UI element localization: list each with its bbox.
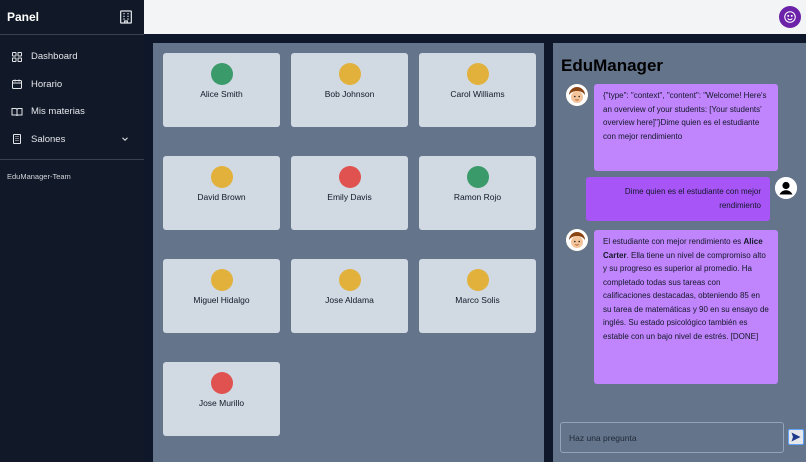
student-card[interactable]: Bob Johnson [291,53,408,127]
student-card[interactable]: Ramon Rojo [419,156,536,230]
status-dot [466,63,489,85]
top-bar [144,0,806,34]
grid-icon [12,51,22,62]
book-icon [11,107,23,116]
sidebar-header: Panel [0,0,144,34]
status-dot [338,63,361,85]
student-card[interactable]: Marco Solis [419,259,536,333]
status-dot [210,63,233,85]
chat-message-user: Dime quien es el estudiante con mejor re… [586,177,770,221]
sidebar-item-mis-materias[interactable]: Mis materias [0,98,144,126]
send-icon [791,432,801,442]
status-dot [338,166,361,188]
smiley-icon [784,11,796,23]
calendar-icon [12,79,22,90]
status-dot [210,166,233,188]
sidebar-title: Panel [7,10,40,24]
student-card[interactable]: Carol Williams [419,53,536,127]
student-name: Marco Solis [455,295,500,305]
sidebar-item-label: Salones [31,133,66,145]
chat-message-bot: El estudiante con mejor rendimiento es A… [594,230,778,384]
team-label: EduManager-Team [7,172,71,181]
student-name: Alice Smith [200,89,243,99]
building-icon[interactable] [118,9,134,25]
status-dot [466,269,489,291]
student-name: Jose Murillo [198,398,245,408]
sidebar-item-salones[interactable]: Salones [0,126,144,154]
status-dot [338,269,361,291]
building-icon [13,134,21,145]
sidebar-item-horario[interactable]: Horario [0,71,144,99]
sidebar-nav: Dashboard Horario Mis materias Salones [0,35,144,153]
user-chat-avatar [775,177,797,199]
sidebar-item-label: Horario [31,78,63,90]
bot-face-icon [566,84,588,106]
student-card[interactable]: Alice Smith [163,53,280,127]
message-text: El estudiante con mejor rendimiento es [603,237,744,246]
student-card[interactable]: Jose Murillo [163,362,280,436]
chat-message-bot: {"type": "context", "content": "Welcome!… [594,84,778,171]
sidebar-item-dashboard[interactable]: Dashboard [0,43,144,71]
student-name: Bob Johnson [324,89,375,99]
student-card[interactable]: Miguel Hidalgo [163,259,280,333]
student-name: Miguel Hidalgo [193,295,250,305]
student-grid: Alice Smith Bob Johnson Carol Williams D… [153,43,544,462]
sidebar: Panel Dashboard Horario Mis materias Sal… [0,0,144,462]
student-name: David Brown [197,192,246,202]
student-name: Ramon Rojo [453,192,502,202]
message-text: . Ella tiene un nivel de compromiso alto… [603,250,769,341]
chat-title: EduManager [561,56,664,75]
send-button[interactable] [788,429,804,445]
student-name: Jose Aldama [325,295,374,305]
student-card[interactable]: Jose Aldama [291,259,408,333]
bot-avatar [566,84,588,106]
chat-input[interactable] [560,422,784,453]
user-icon [775,177,797,199]
sidebar-item-label: Dashboard [31,51,78,63]
student-name: Carol Williams [450,89,505,99]
student-card[interactable]: Emily Davis [291,156,408,230]
chevron-down-icon[interactable] [120,134,130,144]
chat-panel: EduManager {"type": "context", "content"… [553,43,806,462]
status-dot [210,269,233,291]
status-dot [210,372,233,394]
sidebar-item-label: Mis materias [31,106,85,118]
user-avatar[interactable] [779,6,801,28]
status-dot [466,166,489,188]
bot-face-icon [566,229,588,251]
bot-avatar [566,229,588,251]
student-card[interactable]: David Brown [163,156,280,230]
student-name: Emily Davis [327,192,372,202]
